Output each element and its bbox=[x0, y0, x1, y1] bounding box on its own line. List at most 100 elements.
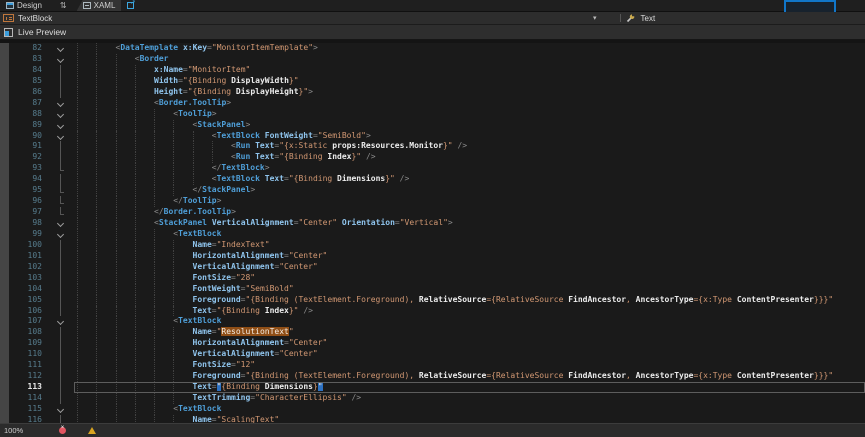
fold-collapse-chevron-icon[interactable] bbox=[48, 404, 74, 415]
breakpoint-margin[interactable] bbox=[0, 284, 9, 295]
code-text: </ToolTip> bbox=[74, 196, 865, 207]
code-line-83[interactable]: 83<Border bbox=[0, 54, 865, 65]
breakpoint-margin[interactable] bbox=[0, 316, 9, 327]
code-line-104[interactable]: 104FontWeight="SemiBold" bbox=[0, 284, 865, 295]
live-preview-bar[interactable]: Live Preview bbox=[0, 25, 865, 40]
breakpoint-margin[interactable] bbox=[0, 196, 9, 207]
code-line-93[interactable]: 93</TextBlock> bbox=[0, 163, 865, 174]
code-line-105[interactable]: 105Foreground="{Binding (TextElement.For… bbox=[0, 295, 865, 306]
code-line-113[interactable]: 113Text="{Binding Dimensions}" bbox=[0, 382, 865, 393]
swap-panes-icon[interactable]: ⇅ bbox=[60, 1, 67, 10]
breakpoint-margin[interactable] bbox=[0, 218, 9, 229]
line-number: 97 bbox=[9, 207, 48, 218]
code-line-97[interactable]: 97</Border.ToolTip> bbox=[0, 207, 865, 218]
breakpoint-margin[interactable] bbox=[0, 163, 9, 174]
code-line-107[interactable]: 107<TextBlock bbox=[0, 316, 865, 327]
code-line-108[interactable]: 108Name="ResolutionText" bbox=[0, 327, 865, 338]
popout-window-icon[interactable] bbox=[127, 2, 134, 9]
breakpoint-margin[interactable] bbox=[0, 152, 9, 163]
chevron-down-icon[interactable]: ▾ bbox=[593, 14, 597, 22]
xaml-element-icon bbox=[3, 14, 14, 22]
breakpoint-margin[interactable] bbox=[0, 229, 9, 240]
breakpoint-margin[interactable] bbox=[0, 360, 9, 371]
tab-xaml[interactable]: XAML bbox=[77, 0, 122, 11]
breakpoint-margin[interactable] bbox=[0, 371, 9, 382]
code-line-94[interactable]: 94<TextBlock Text="{Binding Dimensions}"… bbox=[0, 174, 865, 185]
fold-collapse-chevron-icon[interactable] bbox=[48, 54, 74, 65]
breakpoint-margin[interactable] bbox=[0, 141, 9, 152]
code-line-99[interactable]: 99<TextBlock bbox=[0, 229, 865, 240]
line-number: 94 bbox=[9, 174, 48, 185]
code-line-103[interactable]: 103FontSize="28" bbox=[0, 273, 865, 284]
code-line-106[interactable]: 106Text="{Binding Index}" /> bbox=[0, 306, 865, 317]
breakpoint-margin[interactable] bbox=[0, 295, 9, 306]
breakpoint-margin[interactable] bbox=[0, 382, 9, 393]
code-text: FontWeight="SemiBold" bbox=[74, 284, 865, 295]
code-line-85[interactable]: 85Width="{Binding DisplayWidth}" bbox=[0, 76, 865, 87]
code-line-89[interactable]: 89<StackPanel> bbox=[0, 120, 865, 131]
code-line-92[interactable]: 92<Run Text="{Binding Index}" /> bbox=[0, 152, 865, 163]
code-line-112[interactable]: 112Foreground="{Binding (TextElement.For… bbox=[0, 371, 865, 382]
breadcrumb-property[interactable]: Text bbox=[641, 14, 656, 23]
breakpoint-margin[interactable] bbox=[0, 273, 9, 284]
warning-icon[interactable] bbox=[88, 427, 96, 434]
breakpoint-margin[interactable] bbox=[0, 349, 9, 360]
breakpoint-margin[interactable] bbox=[0, 76, 9, 87]
breakpoint-margin[interactable] bbox=[0, 393, 9, 404]
fold-guide bbox=[48, 284, 74, 295]
code-line-115[interactable]: 115<TextBlock bbox=[0, 404, 865, 415]
breakpoint-margin[interactable] bbox=[0, 404, 9, 415]
breakpoint-margin[interactable] bbox=[0, 185, 9, 196]
code-line-102[interactable]: 102VerticalAlignment="Center" bbox=[0, 262, 865, 273]
breakpoint-margin[interactable] bbox=[0, 207, 9, 218]
code-line-87[interactable]: 87<Border.ToolTip> bbox=[0, 98, 865, 109]
code-line-91[interactable]: 91<Run Text="{x:Static props:Resources.M… bbox=[0, 141, 865, 152]
breakpoint-margin[interactable] bbox=[0, 87, 9, 98]
code-line-86[interactable]: 86Height="{Binding DisplayHeight}"> bbox=[0, 87, 865, 98]
breakpoint-margin[interactable] bbox=[0, 98, 9, 109]
fold-collapse-chevron-icon[interactable] bbox=[48, 229, 74, 240]
breakpoint-margin[interactable] bbox=[0, 174, 9, 185]
breakpoint-margin[interactable] bbox=[0, 43, 9, 54]
fold-collapse-chevron-icon[interactable] bbox=[48, 218, 74, 229]
code-line-100[interactable]: 100Name="IndexText" bbox=[0, 240, 865, 251]
fold-collapse-chevron-icon[interactable] bbox=[48, 109, 74, 120]
line-number: 96 bbox=[9, 196, 48, 207]
code-line-90[interactable]: 90<TextBlock FontWeight="SemiBold"> bbox=[0, 131, 865, 142]
breakpoint-margin[interactable] bbox=[0, 120, 9, 131]
tab-design[interactable]: Design bbox=[0, 0, 48, 11]
code-line-110[interactable]: 110VerticalAlignment="Center" bbox=[0, 349, 865, 360]
fold-collapse-chevron-icon[interactable] bbox=[48, 98, 74, 109]
code-line-98[interactable]: 98<StackPanel VerticalAlignment="Center"… bbox=[0, 218, 865, 229]
error-icon[interactable] bbox=[59, 427, 66, 434]
code-line-82[interactable]: 82<DataTemplate x:Key="MonitorItemTempla… bbox=[0, 43, 865, 54]
code-line-95[interactable]: 95</StackPanel> bbox=[0, 185, 865, 196]
code-line-114[interactable]: 114TextTrimming="CharacterEllipsis" /> bbox=[0, 393, 865, 404]
breakpoint-margin[interactable] bbox=[0, 251, 9, 262]
breakpoint-margin[interactable] bbox=[0, 262, 9, 273]
breadcrumb-element[interactable]: TextBlock bbox=[18, 14, 52, 23]
fold-guide bbox=[48, 306, 74, 317]
breakpoint-margin[interactable] bbox=[0, 306, 9, 317]
code-line-84[interactable]: 84x:Name="MonitorItem" bbox=[0, 65, 865, 76]
fold-collapse-chevron-icon[interactable] bbox=[48, 316, 74, 327]
xaml-code-editor[interactable]: 82<DataTemplate x:Key="MonitorItemTempla… bbox=[0, 43, 865, 426]
breakpoint-margin[interactable] bbox=[0, 338, 9, 349]
breakpoint-margin[interactable] bbox=[0, 109, 9, 120]
fold-collapse-chevron-icon[interactable] bbox=[48, 120, 74, 131]
breakpoint-margin[interactable] bbox=[0, 131, 9, 142]
code-text: <Run Text="{Binding Index}" /> bbox=[74, 152, 865, 163]
fold-collapse-chevron-icon[interactable] bbox=[48, 43, 74, 54]
fold-collapse-chevron-icon[interactable] bbox=[48, 131, 74, 142]
zoom-level[interactable]: 100% bbox=[4, 426, 23, 435]
code-line-109[interactable]: 109HorizontalAlignment="Center" bbox=[0, 338, 865, 349]
fold-guide bbox=[48, 371, 74, 382]
breakpoint-margin[interactable] bbox=[0, 54, 9, 65]
breakpoint-margin[interactable] bbox=[0, 240, 9, 251]
code-line-96[interactable]: 96 </ToolTip> bbox=[0, 196, 865, 207]
code-line-101[interactable]: 101HorizontalAlignment="Center" bbox=[0, 251, 865, 262]
breakpoint-margin[interactable] bbox=[0, 327, 9, 338]
breakpoint-margin[interactable] bbox=[0, 65, 9, 76]
code-line-111[interactable]: 111FontSize="12" bbox=[0, 360, 865, 371]
code-line-88[interactable]: 88<ToolTip> bbox=[0, 109, 865, 120]
